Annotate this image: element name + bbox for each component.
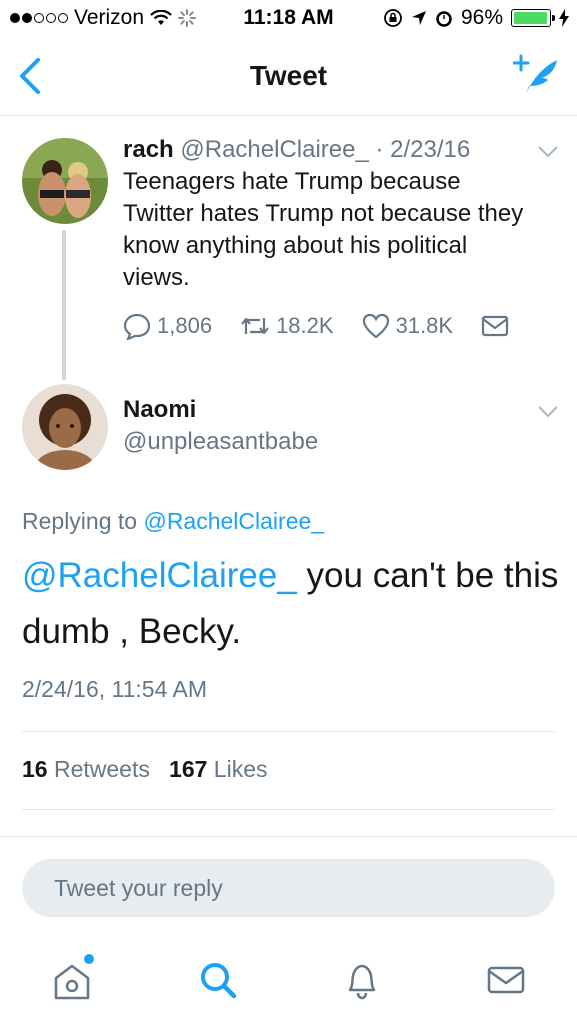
reply-input[interactable] bbox=[22, 859, 555, 917]
rotation-lock-icon bbox=[384, 9, 402, 27]
like-action-button[interactable]: 31.8K bbox=[362, 313, 454, 339]
thread-connector-line bbox=[62, 230, 66, 380]
likes-stat[interactable]: 167 Likes bbox=[169, 756, 267, 782]
parent-author-name[interactable]: rach bbox=[123, 136, 174, 163]
reply-composer bbox=[0, 836, 577, 936]
direct-message-action-button[interactable] bbox=[481, 315, 509, 337]
retweet-icon bbox=[241, 317, 269, 335]
home-notification-dot bbox=[84, 954, 94, 964]
nav-bar: Tweet bbox=[0, 36, 577, 116]
battery-icon bbox=[511, 9, 555, 27]
reply-author-handle[interactable]: @unpleasantbabe bbox=[123, 428, 318, 456]
status-bar: Verizon 11:18 AM 96% bbox=[0, 0, 577, 36]
parent-tweet-actions: 1,806 18.2K 31.8K bbox=[123, 312, 537, 340]
likes-stat-count: 167 bbox=[169, 756, 208, 782]
reply-icon bbox=[123, 313, 151, 340]
location-arrow-icon bbox=[411, 11, 426, 25]
retweets-stat[interactable]: 16 Retweets bbox=[22, 756, 150, 782]
parent-tweet-header: rach @RachelClairee_ · 2/23/16 bbox=[123, 136, 470, 164]
replying-to-label: Replying to @RachelClairee_ bbox=[22, 508, 324, 535]
tab-notifications[interactable] bbox=[340, 958, 384, 1002]
like-count: 31.8K bbox=[395, 313, 454, 338]
retweets-stat-label: Retweets bbox=[53, 756, 150, 782]
parent-tweet-text: Teenagers hate Trump because Twitter hat… bbox=[123, 168, 524, 291]
mention-link[interactable]: @RachelClairee_ bbox=[22, 556, 297, 595]
search-icon bbox=[201, 963, 237, 999]
replying-to-prefix: Replying to bbox=[22, 508, 138, 534]
compose-tweet-icon bbox=[512, 54, 557, 96]
parent-author-handle[interactable]: @RachelClairee_ bbox=[180, 136, 368, 163]
parent-tweet-menu-chevron-icon[interactable] bbox=[536, 144, 560, 160]
reply-avatar[interactable] bbox=[22, 384, 108, 470]
status-right: 96% bbox=[383, 6, 569, 30]
page-title: Tweet bbox=[249, 60, 328, 91]
alarm-icon bbox=[436, 11, 452, 27]
battery-percent: 96% bbox=[460, 6, 503, 29]
battery-level-fill bbox=[514, 12, 547, 24]
parent-tweet-date: · 2/23/16 bbox=[375, 136, 471, 163]
divider bbox=[22, 731, 555, 732]
tab-home[interactable] bbox=[50, 954, 94, 1002]
charging-bolt-icon bbox=[559, 9, 569, 27]
reply-tweet-text: @RachelClairee_ you can't be this dumb ,… bbox=[22, 548, 562, 660]
reply-author-name[interactable]: Naomi bbox=[123, 396, 196, 424]
avatar-image bbox=[22, 138, 108, 224]
parent-avatar[interactable] bbox=[22, 138, 108, 224]
reply-count: 1,806 bbox=[157, 313, 213, 338]
retweet-count: 18.2K bbox=[276, 313, 334, 338]
divider bbox=[22, 809, 555, 810]
notifications-icon bbox=[348, 964, 376, 1000]
reply-tweet-datetime: 2/24/16, 11:54 AM bbox=[22, 676, 207, 702]
reply-tweet-menu-chevron-icon[interactable] bbox=[536, 404, 560, 420]
tab-bar bbox=[0, 936, 577, 1024]
messages-icon bbox=[487, 966, 525, 994]
compose-tweet-button[interactable] bbox=[512, 52, 561, 100]
home-icon bbox=[54, 964, 90, 1000]
tweet-stats: 16 Retweets 167 Likes bbox=[22, 756, 268, 783]
tab-messages[interactable] bbox=[484, 958, 528, 1002]
reply-action-button[interactable]: 1,806 bbox=[123, 312, 212, 340]
retweets-stat-count: 16 bbox=[22, 756, 48, 782]
envelope-icon bbox=[481, 315, 509, 337]
retweet-action-button[interactable]: 18.2K bbox=[240, 313, 334, 339]
tab-search[interactable] bbox=[196, 958, 240, 1002]
replying-to-handle-link[interactable]: @RachelClairee_ bbox=[143, 508, 324, 534]
likes-stat-label: Likes bbox=[213, 756, 268, 782]
avatar-image bbox=[22, 384, 108, 470]
heart-icon bbox=[362, 313, 389, 339]
